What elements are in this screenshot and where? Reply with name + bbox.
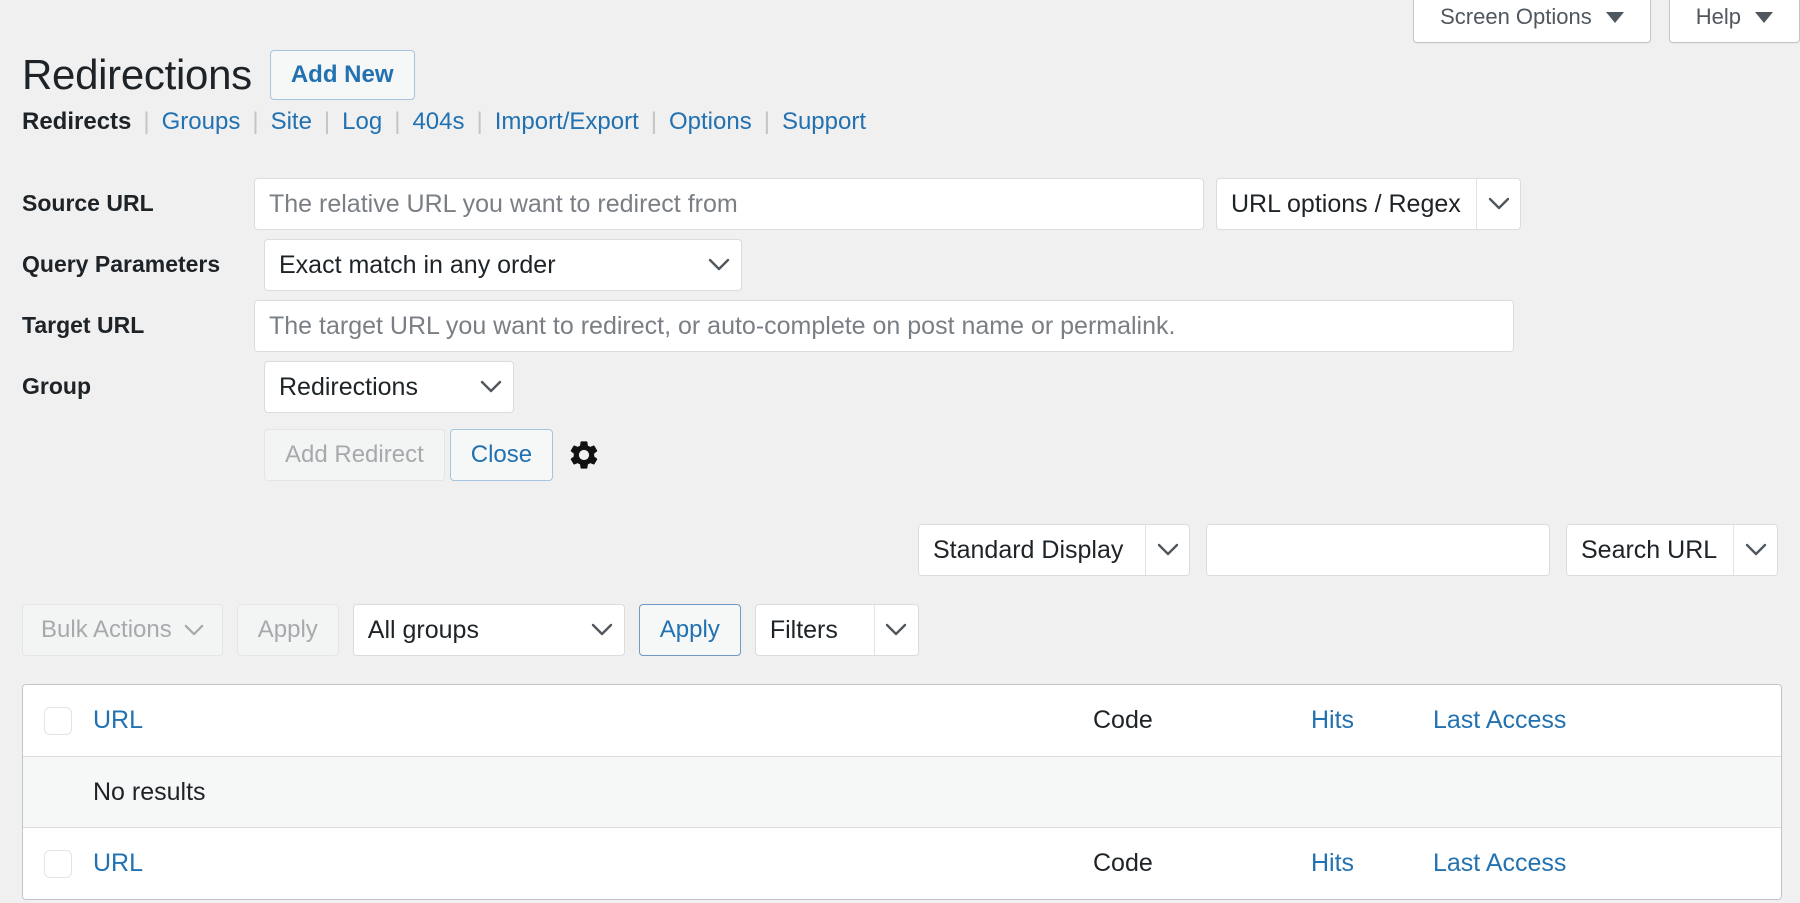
select-all-footer-cell: [23, 850, 93, 878]
column-footer-url-link[interactable]: URL: [93, 849, 143, 877]
select-all-cell: [23, 707, 93, 735]
chevron-down-icon: [1755, 12, 1773, 23]
table-empty-row: No results: [23, 757, 1781, 827]
column-footer-code: Code: [1093, 849, 1311, 878]
add-new-button[interactable]: Add New: [270, 50, 415, 100]
subnav-item-support[interactable]: Support: [782, 108, 866, 136]
form-actions-spacer: [22, 422, 254, 434]
column-header-last-access: Last Access: [1433, 706, 1733, 735]
subnav-item-groups[interactable]: Groups: [162, 108, 241, 136]
subnav-separator: |: [476, 108, 482, 136]
subnav-item-log[interactable]: Log: [342, 108, 382, 136]
chevron-down-icon: [184, 616, 204, 644]
column-footer-code-label: Code: [1093, 849, 1153, 877]
source-url-input[interactable]: [254, 178, 1204, 230]
group-row: Group Redirections: [22, 361, 1782, 413]
chevron-down-icon: [1733, 525, 1777, 575]
column-header-code: Code: [1093, 706, 1311, 735]
source-url-label: Source URL: [22, 178, 254, 217]
column-footer-url: URL: [93, 849, 1093, 878]
group-label: Group: [22, 361, 254, 400]
target-url-label: Target URL: [22, 300, 254, 339]
subnav-separator: |: [394, 108, 400, 136]
search-type-value: Search URL: [1581, 536, 1733, 565]
query-parameters-label: Query Parameters: [22, 239, 254, 278]
column-header-last-access-link[interactable]: Last Access: [1433, 706, 1566, 734]
search-toolbar: Standard Display Search URL: [918, 524, 1778, 576]
group-value: Redirections: [279, 373, 469, 402]
add-redirect-form: Source URL URL options / Regex Query Par…: [22, 178, 1782, 490]
chevron-down-icon: [1145, 525, 1189, 575]
group-select[interactable]: Redirections: [264, 361, 514, 413]
url-options-regex-select[interactable]: URL options / Regex: [1216, 178, 1521, 230]
display-mode-select[interactable]: Standard Display: [918, 524, 1190, 576]
chevron-down-icon: [1606, 12, 1624, 23]
group-filter-apply-button[interactable]: Apply: [639, 604, 741, 656]
subnav-item-redirects[interactable]: Redirects: [22, 108, 131, 136]
target-url-input[interactable]: [254, 300, 1514, 352]
query-parameters-row: Query Parameters Exact match in any orde…: [22, 239, 1782, 291]
display-mode-value: Standard Display: [933, 536, 1145, 565]
column-footer-last-access-link[interactable]: Last Access: [1433, 849, 1566, 877]
column-footer-last-access: Last Access: [1433, 849, 1733, 878]
page-title: Redirections: [22, 54, 252, 96]
search-input[interactable]: [1206, 524, 1550, 576]
redirects-table: URL Code Hits Last Access No results URL: [22, 684, 1782, 900]
add-redirect-button[interactable]: Add Redirect: [264, 429, 445, 481]
chevron-down-icon: [580, 605, 624, 655]
chevron-down-icon: [874, 605, 918, 655]
subnav-item-site[interactable]: Site: [271, 108, 312, 136]
column-header-hits: Hits: [1311, 706, 1433, 735]
filters-label: Filters: [770, 616, 874, 645]
screen-options-button[interactable]: Screen Options: [1413, 0, 1651, 43]
screen-meta-buttons: Screen Options Help: [1413, 0, 1800, 43]
chevron-down-icon: [1476, 179, 1520, 229]
source-url-row: Source URL URL options / Regex: [22, 178, 1782, 230]
column-header-url-link[interactable]: URL: [93, 706, 143, 734]
subnav-item-options[interactable]: Options: [669, 108, 752, 136]
form-buttons: Add Redirect Close: [254, 429, 601, 481]
form-actions-row: Add Redirect Close: [22, 422, 1782, 481]
url-options-regex-value: URL options / Regex: [1231, 190, 1476, 219]
chevron-down-icon: [469, 362, 513, 412]
no-results-message: No results: [23, 778, 206, 807]
gear-icon[interactable]: [567, 438, 601, 472]
table-navigation: Bulk Actions Apply All groups Apply Filt…: [22, 604, 933, 656]
query-parameters-select[interactable]: Exact match in any order: [264, 239, 742, 291]
target-url-row: Target URL: [22, 300, 1782, 352]
subnav-item-import-export[interactable]: Import/Export: [495, 108, 639, 136]
subnav-separator: |: [252, 108, 258, 136]
column-header-hits-link[interactable]: Hits: [1311, 706, 1354, 734]
search-type-select[interactable]: Search URL: [1566, 524, 1778, 576]
chevron-down-icon: [697, 240, 741, 290]
bulk-actions-select[interactable]: Bulk Actions: [22, 604, 223, 656]
subnav-separator: |: [764, 108, 770, 136]
subnav: Redirects | Groups | Site | Log | 404s |…: [22, 108, 866, 136]
help-label: Help: [1696, 4, 1741, 30]
table-header-row: URL Code Hits Last Access: [23, 685, 1781, 757]
subnav-separator: |: [651, 108, 657, 136]
subnav-item-404s[interactable]: 404s: [412, 108, 464, 136]
subnav-separator: |: [143, 108, 149, 136]
subnav-separator: |: [324, 108, 330, 136]
column-header-url: URL: [93, 706, 1093, 735]
column-footer-hits-link[interactable]: Hits: [1311, 849, 1354, 877]
column-header-code-label: Code: [1093, 706, 1153, 734]
table-footer-row: URL Code Hits Last Access: [23, 827, 1781, 899]
screen-options-label: Screen Options: [1440, 4, 1592, 30]
column-footer-hits: Hits: [1311, 849, 1433, 878]
select-all-checkbox[interactable]: [44, 707, 72, 735]
group-filter-value: All groups: [368, 616, 580, 645]
close-button[interactable]: Close: [450, 429, 553, 481]
group-filter-select[interactable]: All groups: [353, 604, 625, 656]
select-all-checkbox-footer[interactable]: [44, 850, 72, 878]
redirections-admin-page: Screen Options Help Redirections Add New…: [0, 0, 1800, 903]
bulk-apply-button[interactable]: Apply: [237, 604, 339, 656]
query-parameters-value: Exact match in any order: [279, 251, 697, 280]
help-button[interactable]: Help: [1669, 0, 1800, 43]
bulk-actions-label: Bulk Actions: [41, 616, 172, 644]
filters-select[interactable]: Filters: [755, 604, 919, 656]
